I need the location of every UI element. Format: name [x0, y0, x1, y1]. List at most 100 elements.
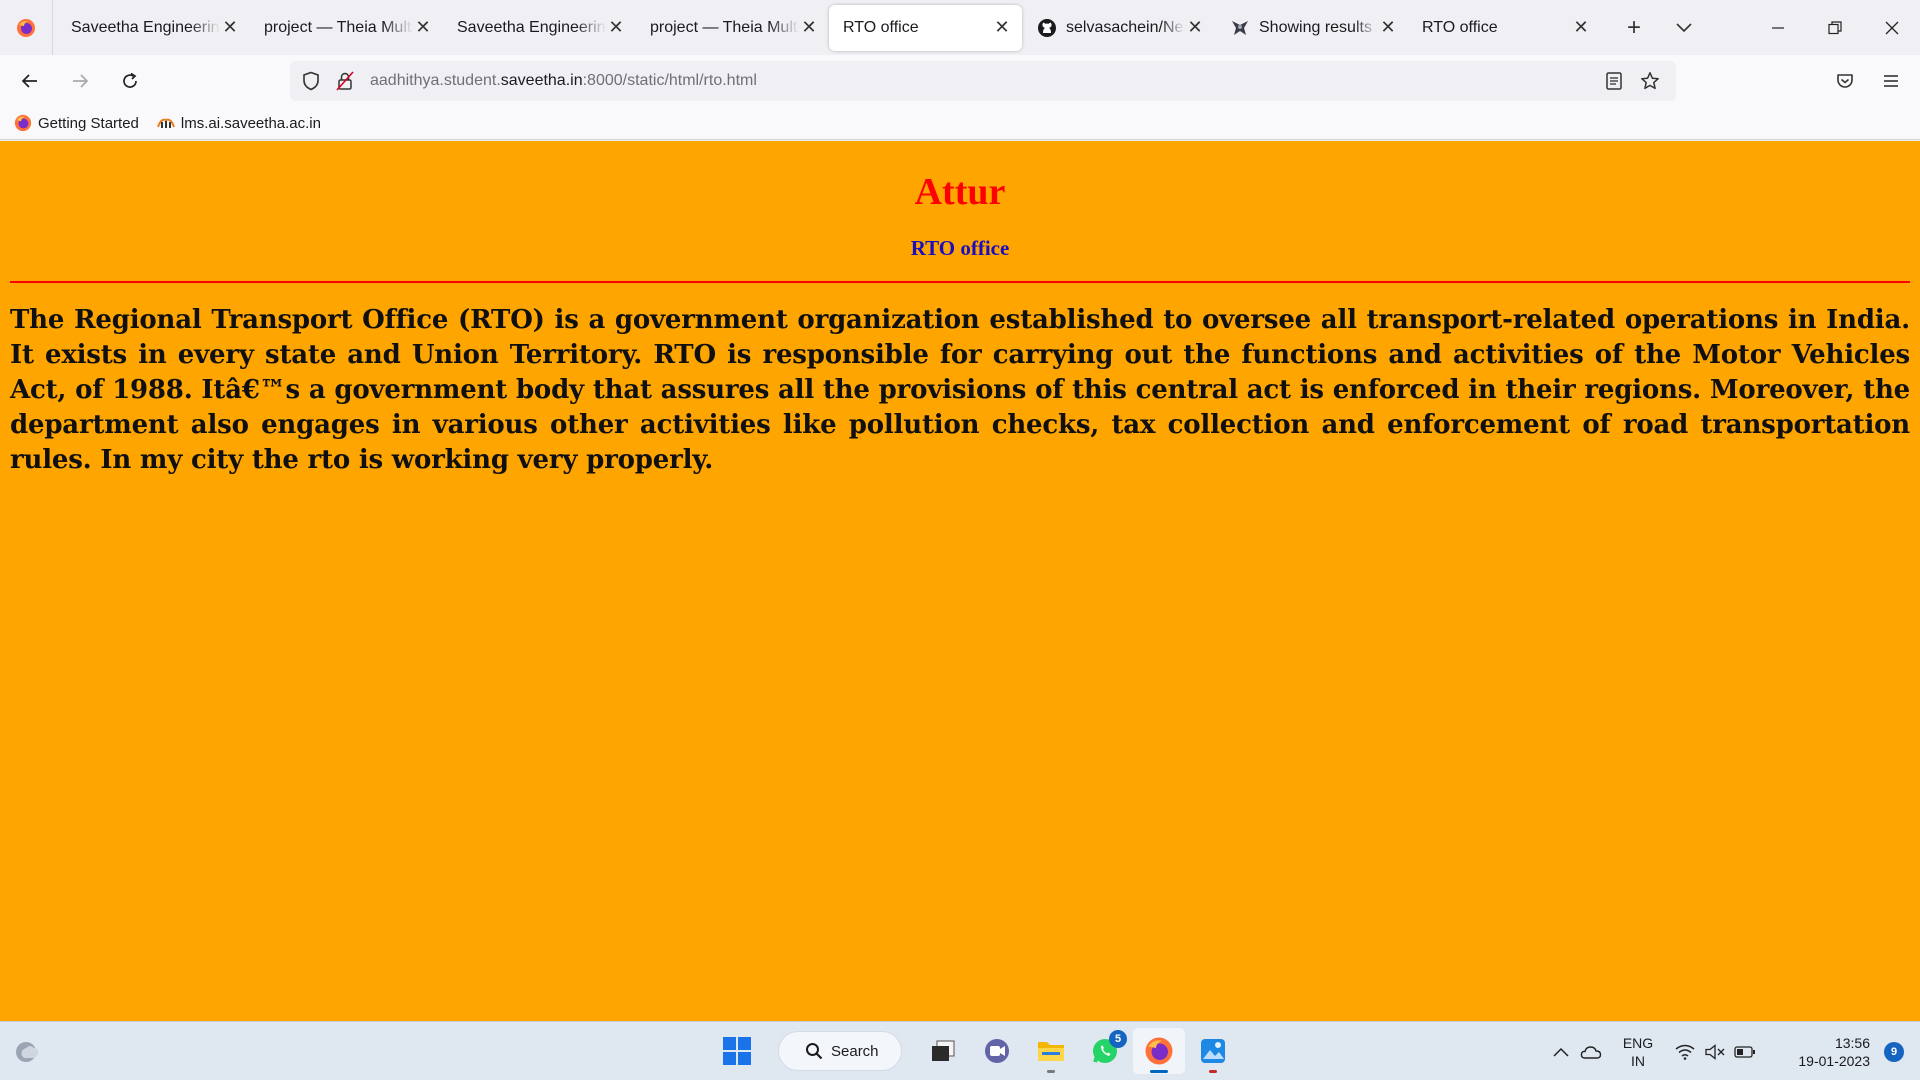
url-text[interactable]: aadhithya.student.saveetha.in:8000/stati…: [370, 72, 757, 90]
network-button[interactable]: [1670, 1022, 1700, 1080]
onedrive-button[interactable]: [1576, 1022, 1606, 1080]
windows-logo-icon: [723, 1037, 751, 1065]
bookmark-lms[interactable]: lms.ai.saveetha.ac.in: [156, 114, 321, 132]
bookmark-star-button[interactable]: [1632, 61, 1668, 101]
tab-title: project — Theia Multi-Language: [650, 18, 799, 36]
bookmark-getting-started[interactable]: Getting Started: [14, 114, 139, 132]
minimize-button[interactable]: [1749, 0, 1806, 55]
notification-badge[interactable]: 9: [1884, 1041, 1904, 1062]
forward-arrow-icon: [73, 74, 89, 88]
tab-title: RTO office: [1422, 18, 1498, 36]
volume-button[interactable]: [1700, 1022, 1730, 1080]
window-controls: [1749, 0, 1920, 55]
close-window-button[interactable]: [1863, 0, 1920, 55]
pocket-button[interactable]: [1822, 55, 1868, 107]
tab-saveetha-2[interactable]: Saveetha Engineering College ✕: [443, 5, 636, 51]
language-indicator[interactable]: ENG IN: [1610, 1034, 1666, 1070]
close-icon[interactable]: ✕: [1378, 17, 1398, 38]
page-paragraph: The Regional Transport Office (RTO) is a…: [10, 305, 1910, 475]
tab-search-results[interactable]: Showing results for ✕: [1215, 5, 1408, 51]
close-icon[interactable]: ✕: [413, 17, 433, 38]
reload-button[interactable]: [108, 61, 152, 101]
task-view-button[interactable]: [917, 1028, 969, 1074]
firefox-taskbar-button[interactable]: [1133, 1028, 1185, 1074]
clock[interactable]: 13:56 19-01-2023: [1770, 1034, 1870, 1070]
tab-theia-2[interactable]: project — Theia Multi-Language ✕: [636, 5, 829, 51]
tab-title: RTO office: [843, 18, 919, 36]
url-domain: saveetha.in: [500, 72, 583, 89]
bookmark-label: Getting Started: [38, 114, 139, 132]
folder-icon: [1038, 1042, 1064, 1061]
teams-chat-button[interactable]: [971, 1028, 1023, 1074]
taskbar-search[interactable]: Search: [778, 1031, 902, 1071]
star-icon: [1641, 72, 1659, 90]
chevron-down-icon: [1676, 22, 1692, 32]
language-code: ENG: [1622, 1034, 1654, 1051]
tab-theia-1[interactable]: project — Theia Multi-Language ✕: [250, 5, 443, 51]
app-menu-button[interactable]: [1868, 55, 1914, 107]
bookmarks-toolbar: Getting Started lms.ai.saveetha.ac.in: [0, 107, 1920, 140]
back-arrow-icon: [21, 74, 37, 88]
battery-icon: [1734, 1045, 1755, 1058]
search-result-icon: [1229, 17, 1251, 39]
page-content: Attur RTO office The Regional Transport …: [0, 141, 1920, 1021]
photos-app-button[interactable]: [1187, 1028, 1239, 1074]
navigation-toolbar: aadhithya.student.saveetha.in:8000/stati…: [0, 55, 1920, 107]
windows-taskbar: Search 5 ENG IN 13:56 19-01-2023 9: [0, 1021, 1920, 1080]
close-icon[interactable]: ✕: [992, 17, 1012, 38]
show-hidden-icons-button[interactable]: [1546, 1022, 1576, 1080]
tab-actions: +: [1609, 5, 1709, 51]
pocket-icon: [1837, 74, 1853, 88]
weather-icon: [16, 1042, 39, 1062]
close-icon[interactable]: ✕: [220, 17, 240, 38]
running-indicator: [1209, 1070, 1217, 1073]
close-icon: [1885, 21, 1898, 34]
reload-icon: [123, 72, 137, 88]
close-icon[interactable]: ✕: [606, 17, 626, 38]
close-icon[interactable]: ✕: [1185, 17, 1205, 38]
url-bar-actions: [1596, 61, 1676, 101]
photos-icon: [1201, 1039, 1225, 1063]
tab-strip: Saveetha Engineering College ✕ project —…: [0, 0, 1920, 55]
weather-widget[interactable]: [12, 1036, 44, 1068]
reader-view-icon: [1606, 72, 1622, 90]
tab-title: project — Theia Multi-Language: [264, 18, 413, 36]
minimize-icon: [1771, 26, 1784, 29]
list-all-tabs-button[interactable]: [1659, 5, 1709, 51]
toolbar-right: [1822, 55, 1920, 107]
restore-button[interactable]: [1806, 0, 1863, 55]
url-prefix: aadhithya.student.: [370, 72, 501, 89]
clock-date: 19-01-2023: [1798, 1052, 1870, 1069]
tab-rto-office[interactable]: RTO office ✕: [1408, 5, 1601, 51]
whatsapp-button[interactable]: 5: [1079, 1028, 1131, 1074]
tab-rto-office-active[interactable]: RTO office ✕: [829, 4, 1022, 51]
wifi-icon: [1675, 1044, 1695, 1060]
horizontal-rule: [10, 281, 1910, 283]
firefox-icon: [1145, 1037, 1173, 1065]
start-button[interactable]: [711, 1028, 763, 1074]
url-bar[interactable]: aadhithya.student.saveetha.in:8000/stati…: [290, 61, 1676, 101]
active-indicator: [1150, 1070, 1168, 1073]
page-subheading: RTO office: [910, 236, 1010, 260]
file-explorer-button[interactable]: [1025, 1028, 1077, 1074]
tab-title: Saveetha Engineering College: [71, 18, 220, 36]
back-button[interactable]: [8, 61, 52, 101]
reader-view-button[interactable]: [1596, 61, 1632, 101]
forward-button[interactable]: [58, 61, 102, 101]
page-heading: Attur: [914, 171, 1006, 213]
taskbar-center: Search 5: [710, 1028, 1240, 1074]
site-info-button[interactable]: [328, 61, 362, 101]
tab-github[interactable]: selvasachein/Nearby ✕: [1022, 5, 1215, 51]
tab-saveetha-1[interactable]: Saveetha Engineering College ✕: [57, 5, 250, 51]
battery-button[interactable]: [1730, 1022, 1760, 1080]
new-tab-button[interactable]: +: [1609, 5, 1659, 51]
volume-muted-icon: [1705, 1043, 1725, 1060]
close-icon[interactable]: ✕: [799, 17, 819, 38]
tracking-protection-button[interactable]: [294, 61, 328, 101]
firefox-icon: [17, 18, 35, 37]
close-icon[interactable]: ✕: [1571, 17, 1591, 38]
firefox-icon: [14, 114, 32, 132]
bookmark-label: lms.ai.saveetha.ac.in: [180, 114, 321, 132]
task-view-icon: [932, 1040, 955, 1061]
firefox-view-button[interactable]: [0, 0, 53, 55]
